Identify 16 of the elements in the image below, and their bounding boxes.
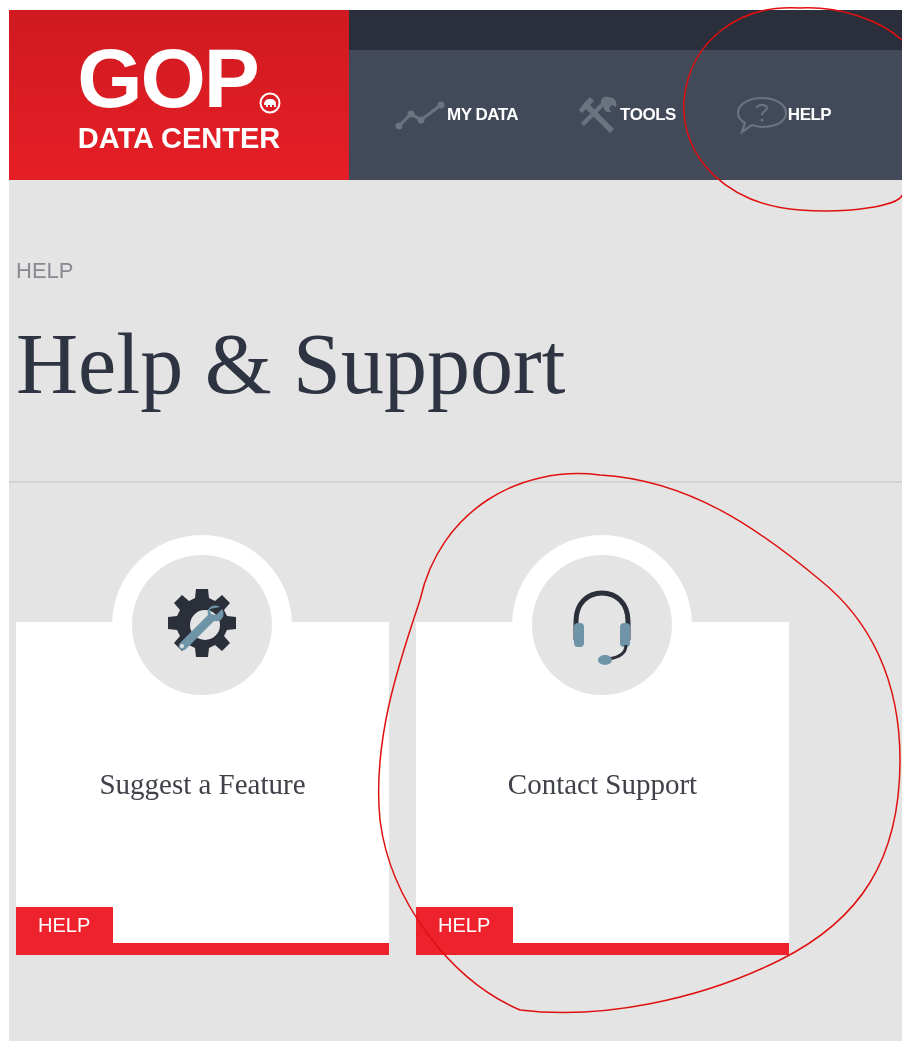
nav-link[interactable]: TOOLS [578, 95, 676, 135]
card[interactable]: Suggest a Feature HELP [16, 535, 389, 955]
logo[interactable]: GOP DATA CENTER [9, 10, 349, 180]
page-title: Help & Support [16, 315, 567, 414]
card-title: Suggest a Feature [99, 766, 306, 802]
logo-title: GOP [77, 36, 258, 120]
card-title: Contact Support [507, 766, 698, 802]
help-bubble-icon [735, 96, 788, 134]
tag-label: HELP [416, 907, 513, 943]
line-chart-icon [395, 100, 447, 130]
logo-subtitle: DATA CENTER [77, 122, 281, 154]
tag-label: HELP [16, 907, 113, 943]
nav-link[interactable]: HELP [735, 96, 832, 134]
elephant-icon [258, 92, 281, 114]
card[interactable]: Contact Support HELP [416, 535, 789, 955]
nav-link[interactable]: MY DATA [395, 100, 519, 130]
